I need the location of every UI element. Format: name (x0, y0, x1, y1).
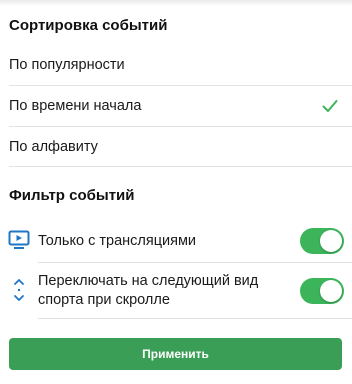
sort-option-start-time[interactable]: По времени начала (0, 86, 352, 126)
toggle-knob (320, 280, 342, 302)
filter-item-broadcasts: Только с трансляциями (0, 222, 352, 260)
divider (38, 262, 352, 263)
sort-option-label: По алфавиту (9, 139, 98, 155)
toggle-knob (320, 230, 342, 252)
broadcasts-toggle[interactable] (300, 228, 344, 254)
filter-item-label: Переключать на следующий вид спорта при … (38, 273, 259, 308)
scroll-arrows-icon (14, 279, 24, 301)
filter-section-title: Фильтр событий (9, 187, 135, 204)
filter-item-label: Только с трансляциями (38, 233, 197, 249)
sort-option-alphabet[interactable]: По алфавиту (0, 127, 352, 167)
sort-section-title: Сортировка событий (9, 17, 168, 34)
top-shadow (0, 0, 352, 6)
divider (9, 166, 352, 167)
divider (38, 318, 352, 319)
filter-item-scroll-switch: Переключать на следующий вид спорта при … (0, 264, 352, 316)
scroll-switch-toggle[interactable] (300, 278, 344, 304)
checkmark-icon (322, 100, 338, 112)
apply-button[interactable]: Применить (9, 338, 342, 370)
sort-option-label: По времени начала (9, 98, 142, 114)
tv-icon (8, 230, 30, 249)
sort-option-popularity[interactable]: По популярности (0, 45, 352, 85)
sort-option-label: По популярности (9, 57, 125, 73)
